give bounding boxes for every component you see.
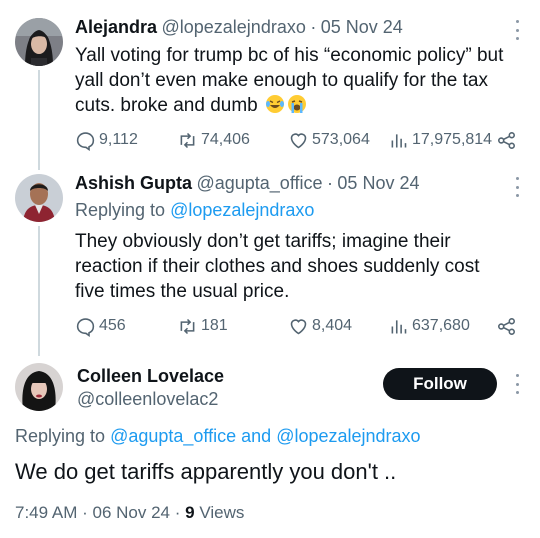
follow-button[interactable]: Follow bbox=[383, 368, 497, 400]
replying-to-label: Replying to bbox=[75, 200, 166, 220]
separator: · bbox=[310, 17, 317, 37]
author-name[interactable]: Colleen Lovelace bbox=[77, 366, 224, 387]
share-button[interactable] bbox=[496, 128, 517, 152]
like-count: 573,064 bbox=[312, 131, 370, 148]
views-chart-icon bbox=[391, 133, 407, 147]
tweet-text: We do get tariffs apparently you don't .… bbox=[15, 459, 397, 484]
share-button[interactable] bbox=[496, 314, 517, 338]
replying-and-label: and bbox=[241, 426, 272, 446]
views-count: 637,680 bbox=[412, 317, 470, 334]
tweet-date[interactable]: 05 Nov 24 bbox=[337, 173, 419, 193]
reply-count: 9,112 bbox=[99, 131, 138, 148]
like-button[interactable]: 8,404 bbox=[288, 314, 352, 338]
replying-to-link[interactable]: @lopezalejndraxo bbox=[170, 200, 314, 220]
laughing-tears-emoji-icon bbox=[266, 95, 284, 113]
author-handle[interactable]: @lopezalejndraxo bbox=[161, 17, 305, 37]
views-label: Views bbox=[199, 503, 245, 522]
separator: · bbox=[82, 503, 88, 522]
tweet-text: They obviously don’t get tariffs; imagin… bbox=[75, 231, 480, 302]
thread-line bbox=[38, 70, 40, 170]
thread-line bbox=[38, 226, 40, 356]
reply-button[interactable]: 456 bbox=[75, 314, 126, 338]
tweet-time[interactable]: 7:49 AM bbox=[15, 503, 77, 522]
more-options-icon[interactable] bbox=[514, 20, 520, 40]
like-button[interactable]: 573,064 bbox=[288, 128, 370, 152]
replying-to-link[interactable]: @lopezalejndraxo bbox=[276, 426, 420, 446]
separator: · bbox=[174, 503, 181, 522]
repost-count: 181 bbox=[201, 317, 228, 334]
reply-icon bbox=[76, 131, 95, 151]
views-count: 17,975,814 bbox=[412, 131, 493, 148]
avatar[interactable] bbox=[15, 18, 63, 66]
heart-icon bbox=[290, 318, 307, 334]
views-chart-icon bbox=[391, 319, 407, 333]
heart-icon bbox=[290, 132, 307, 148]
author-handle[interactable]: @colleenlovelac2 bbox=[77, 389, 218, 410]
repost-icon bbox=[180, 318, 195, 334]
reply-count: 456 bbox=[99, 317, 126, 334]
author-name[interactable]: Ashish Gupta bbox=[75, 173, 192, 193]
views-count: 9 bbox=[185, 503, 195, 522]
share-icon bbox=[498, 131, 515, 149]
crying-emoji-icon bbox=[288, 95, 306, 113]
repost-button[interactable]: 181 bbox=[177, 314, 228, 338]
share-icon bbox=[498, 317, 515, 335]
like-count: 8,404 bbox=[312, 317, 353, 334]
repost-count: 74,406 bbox=[201, 131, 250, 148]
more-options-icon[interactable] bbox=[514, 374, 520, 394]
repost-button[interactable]: 74,406 bbox=[177, 128, 250, 152]
more-options-icon[interactable] bbox=[514, 177, 520, 197]
views-button[interactable]: 17,975,814 bbox=[388, 128, 492, 152]
replying-to-link[interactable]: @agupta_office bbox=[110, 426, 236, 446]
views-button[interactable]: 637,680 bbox=[388, 314, 470, 338]
repost-icon bbox=[180, 132, 195, 148]
separator: · bbox=[326, 173, 333, 193]
avatar[interactable] bbox=[15, 363, 63, 411]
reply-icon bbox=[76, 317, 95, 337]
tweet-date[interactable]: 06 Nov 24 bbox=[93, 503, 171, 522]
avatar[interactable] bbox=[15, 174, 63, 222]
tweet-text: Yall voting for trump bc of his “economi… bbox=[75, 45, 504, 116]
reply-button[interactable]: 9,112 bbox=[75, 128, 138, 152]
replying-to-label: Replying to bbox=[15, 426, 106, 446]
author-handle[interactable]: @agupta_office bbox=[196, 173, 322, 193]
author-name[interactable]: Alejandra bbox=[75, 17, 157, 37]
tweet-date[interactable]: 05 Nov 24 bbox=[321, 17, 403, 37]
